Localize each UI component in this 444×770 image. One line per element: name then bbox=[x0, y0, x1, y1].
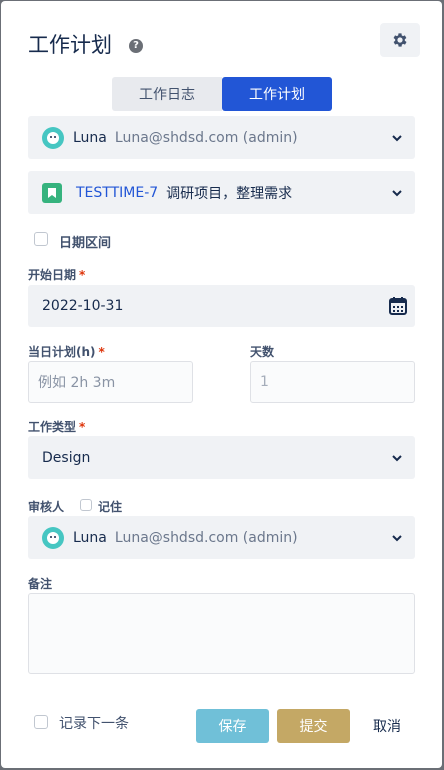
record-next-checkbox[interactable] bbox=[34, 715, 48, 729]
chevron-down-icon bbox=[392, 134, 402, 141]
days-placeholder: 1 bbox=[260, 374, 269, 390]
chevron-down-icon bbox=[392, 534, 402, 541]
avatar bbox=[42, 126, 64, 149]
work-type-value: Design bbox=[42, 449, 91, 466]
gear-icon bbox=[393, 33, 407, 47]
save-button[interactable]: 保存 bbox=[196, 709, 269, 743]
work-type-label: 工作类型 * bbox=[28, 420, 86, 434]
remember-label: 记住 bbox=[98, 500, 123, 514]
story-icon bbox=[42, 182, 62, 203]
calendar-icon[interactable] bbox=[388, 296, 408, 316]
start-date-value: 2022-10-31 bbox=[42, 298, 124, 314]
user-select[interactable]: Luna Luna@shdsd.com (admin) bbox=[28, 116, 415, 159]
tab-work-plan[interactable]: 工作计划 bbox=[222, 77, 332, 111]
work-plan-dialog: 工作计划 ? 工作日志 工作计划 Luna Luna@shdsd.com (ad… bbox=[1, 1, 442, 768]
help-icon[interactable]: ? bbox=[129, 39, 143, 53]
remember-checkbox[interactable] bbox=[80, 499, 92, 511]
note-textarea[interactable] bbox=[28, 593, 415, 674]
reviewer-select[interactable]: Luna Luna@shdsd.com (admin) bbox=[28, 516, 415, 559]
issue-select[interactable]: TESTTIME-7 调研项目，整理需求 bbox=[28, 171, 415, 214]
submit-button[interactable]: 提交 bbox=[277, 709, 350, 743]
days-label: 天数 bbox=[250, 345, 275, 359]
reviewer-email: Luna@shdsd.com (admin) bbox=[114, 529, 298, 546]
settings-button[interactable] bbox=[380, 23, 420, 57]
cancel-button[interactable]: 取消 bbox=[358, 709, 416, 743]
daily-plan-input[interactable]: 例如 2h 3m bbox=[28, 361, 193, 403]
record-next-label: 记录下一条 bbox=[59, 716, 129, 732]
dialog-title: 工作计划 bbox=[28, 33, 112, 57]
user-email: Luna@shdsd.com (admin) bbox=[114, 129, 298, 146]
note-label: 备注 bbox=[28, 577, 53, 591]
date-range-label: 日期区间 bbox=[59, 236, 112, 251]
reviewer-name: Luna bbox=[73, 529, 107, 546]
chevron-down-icon bbox=[392, 189, 402, 196]
issue-key: TESTTIME-7 bbox=[76, 184, 159, 201]
work-type-select[interactable]: Design bbox=[28, 436, 415, 479]
days-input[interactable]: 1 bbox=[250, 361, 415, 403]
reviewer-label: 审核人 bbox=[28, 500, 65, 514]
avatar bbox=[42, 526, 64, 549]
issue-summary: 调研项目，整理需求 bbox=[166, 185, 293, 202]
start-date-input[interactable]: 2022-10-31 bbox=[28, 285, 415, 327]
start-date-label: 开始日期 * bbox=[28, 268, 86, 282]
date-range-checkbox[interactable] bbox=[34, 232, 48, 246]
daily-plan-label: 当日计划(h) * bbox=[28, 345, 105, 359]
chevron-down-icon bbox=[392, 454, 402, 461]
user-name: Luna bbox=[73, 129, 107, 146]
daily-plan-placeholder: 例如 2h 3m bbox=[38, 375, 116, 391]
log-plan-tabs: 工作日志 工作计划 bbox=[112, 77, 332, 111]
tab-work-log[interactable]: 工作日志 bbox=[112, 77, 222, 111]
